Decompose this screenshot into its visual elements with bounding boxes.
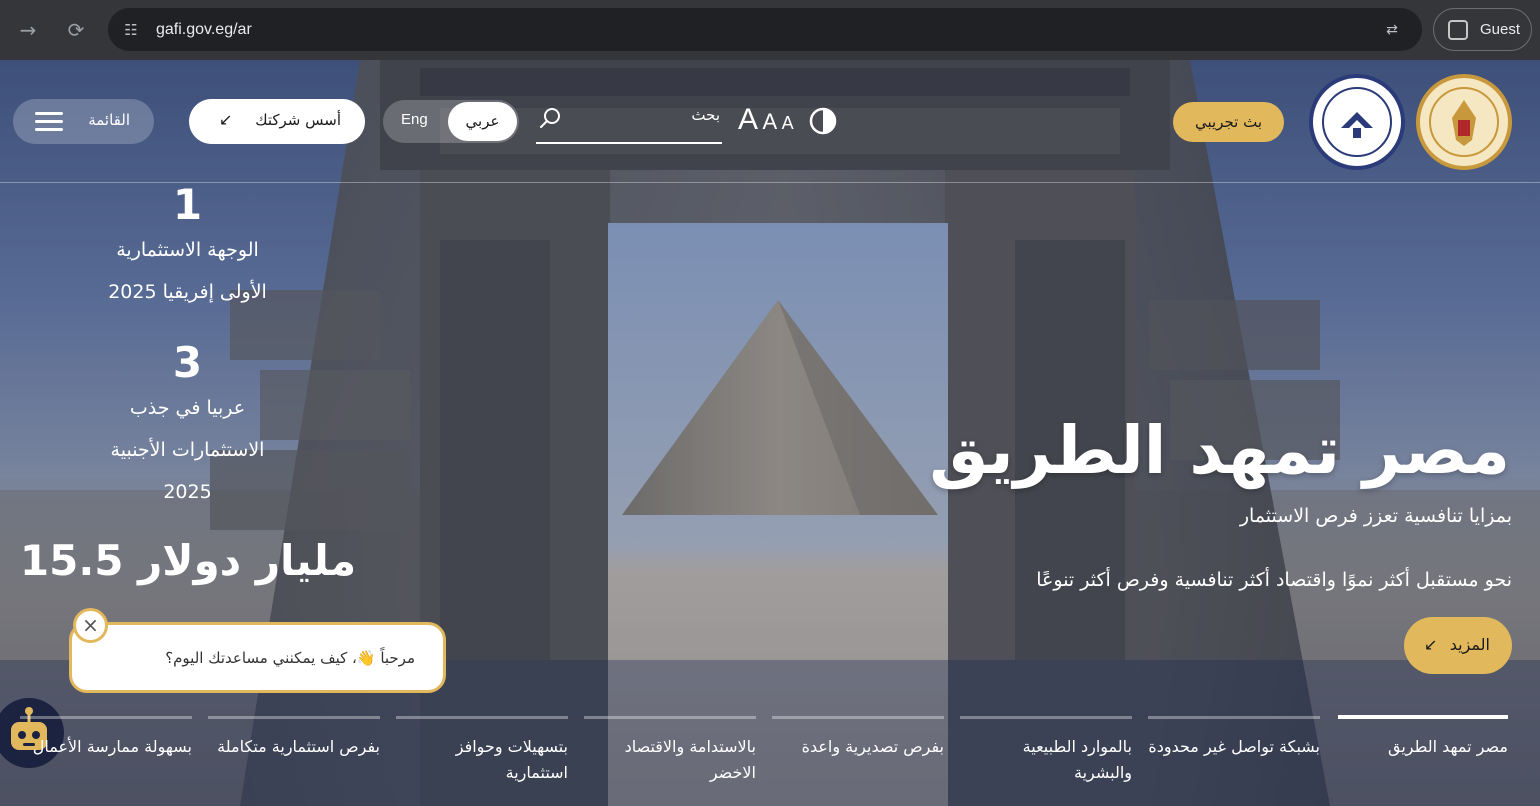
tab-egypt-paves-way[interactable]: مصر تمهد الطريق (1338, 715, 1508, 806)
tab-opportunities[interactable]: بفرص استثمارية متكاملة (208, 715, 380, 806)
url-text[interactable]: gafi.gov.eg/ar (156, 19, 252, 41)
stat-line: الاستثمارات الأجنبية (110, 439, 265, 461)
stat-number: 1 (172, 180, 203, 229)
font-size-controls: A A A (738, 103, 794, 137)
tab-sustainability[interactable]: بالاستدامة والاقتصاد الاخضر (584, 715, 756, 806)
tab-label: بالموارد الطبيعية والبشرية (1022, 737, 1132, 782)
contrast-icon[interactable] (808, 106, 838, 136)
arrow-down-left-icon: ↙ (1424, 635, 1438, 654)
lang-en-option[interactable]: Eng (401, 111, 428, 128)
arrow-forward-icon[interactable]: → (12, 14, 44, 46)
found-company-label: أسس شركتك (255, 111, 341, 129)
profile-button[interactable]: Guest (1433, 8, 1532, 51)
stat-number: 3 (172, 338, 203, 387)
arrow-down-left-icon: ↙ (219, 110, 233, 129)
close-icon[interactable]: × (73, 608, 108, 643)
language-switcher: Eng عربي (383, 100, 519, 143)
tab-connectivity[interactable]: بشبكة تواصل غير محدودة (1148, 715, 1320, 806)
tab-indicator (772, 716, 944, 719)
profile-label: Guest (1480, 21, 1521, 38)
font-size-large-button[interactable]: A (738, 103, 758, 136)
address-bar[interactable]: ☷ gafi.gov.eg/ar ⇄ (108, 8, 1422, 51)
stat-line: الوجهة الاستثمارية (116, 239, 259, 261)
tab-indicator (396, 716, 568, 719)
tab-incentives[interactable]: بتسهيلات وحوافز استثمارية (396, 715, 568, 806)
gafi-logo-icon (1322, 87, 1392, 157)
tab-label: بشبكة تواصل غير محدودة (1148, 737, 1320, 756)
tab-indicator (20, 716, 192, 719)
feature-tabs: مصر تمهد الطريق بشبكة تواصل غير محدودة ب… (0, 715, 1540, 806)
more-label: المزيد (1449, 635, 1490, 654)
font-size-small-button[interactable]: A (782, 113, 794, 133)
webpage: القائمة ↙ أسس شركتك Eng عربي بحث A A A ب… (0, 60, 1540, 806)
lang-ar-option[interactable]: عربي (448, 102, 517, 141)
tab-indicator (1148, 716, 1320, 719)
font-size-medium-button[interactable]: A (762, 109, 777, 134)
tab-indicator (584, 716, 756, 719)
chat-greeting-bubble[interactable]: مرحباً 👋، كيف يمكنني مساعدتك اليوم؟ (69, 622, 446, 693)
hamburger-icon (35, 112, 63, 132)
search-field[interactable]: بحث (536, 101, 722, 144)
stat-number: 15.5 مليار دولار (19, 536, 357, 585)
tab-label: بفرص استثمارية متكاملة (217, 737, 380, 756)
reload-icon[interactable]: ⟳ (60, 14, 92, 46)
hero-subtitle: بمزايا تنافسية تعزز فرص الاستثمار (1239, 505, 1512, 527)
found-company-button[interactable]: ↙ أسس شركتك (189, 99, 365, 144)
search-label: بحث (691, 106, 720, 124)
tab-indicator (1338, 715, 1508, 719)
tab-ease-of-business[interactable]: بسهولة ممارسة الأعمال (20, 715, 192, 806)
eagle-emblem-icon (1429, 87, 1499, 157)
stat-rank-africa: 1 الوجهة الاستثمارية الأولى إفريقيا 2025 (90, 180, 285, 313)
tab-resources[interactable]: بالموارد الطبيعية والبشرية (960, 715, 1132, 806)
tab-label: بسهولة ممارسة الأعمال (32, 737, 192, 756)
stat-investment-value: 15.5 مليار دولار (8, 536, 368, 585)
search-icon (540, 108, 560, 128)
menu-label: القائمة (88, 111, 130, 129)
tab-export[interactable]: بفرص تصديرية واعدة (772, 715, 944, 806)
tab-label: بتسهيلات وحوافز استثمارية (455, 737, 568, 782)
stat-rank-arab: 3 عربيا في جذب الاستثمارات الأجنبية 2025 (90, 338, 285, 513)
site-settings-icon[interactable]: ☷ (120, 19, 142, 41)
tab-indicator (208, 716, 380, 719)
stat-line: الأولى إفريقيا 2025 (108, 281, 267, 303)
stat-line: عربيا في جذب (129, 397, 246, 419)
profile-icon (1448, 20, 1468, 40)
hero-description: نحو مستقبل أكثر نموًا واقتصاد أكثر تنافس… (1036, 569, 1512, 591)
hero-title: مصر تمهد الطريق (929, 412, 1510, 489)
menu-button[interactable]: القائمة (13, 99, 154, 144)
live-stream-button[interactable]: بث تجريبي (1173, 102, 1284, 142)
chat-message: مرحباً 👋، كيف يمكنني مساعدتك اليوم؟ (165, 649, 415, 667)
more-button[interactable]: ↙ المزيد (1404, 617, 1512, 674)
stat-line: 2025 (163, 481, 212, 503)
tab-label: بفرص تصديرية واعدة (801, 737, 944, 756)
browser-toolbar: → ⟳ ☷ gafi.gov.eg/ar ⇄ Guest (0, 0, 1540, 60)
tab-label: مصر تمهد الطريق (1388, 737, 1508, 756)
gafi-logo[interactable] (1309, 74, 1405, 170)
ministry-logo[interactable] (1416, 74, 1512, 170)
tab-indicator (960, 716, 1132, 719)
translate-icon[interactable]: ⇄ (1380, 19, 1404, 41)
tab-label: بالاستدامة والاقتصاد الاخضر (624, 737, 756, 782)
